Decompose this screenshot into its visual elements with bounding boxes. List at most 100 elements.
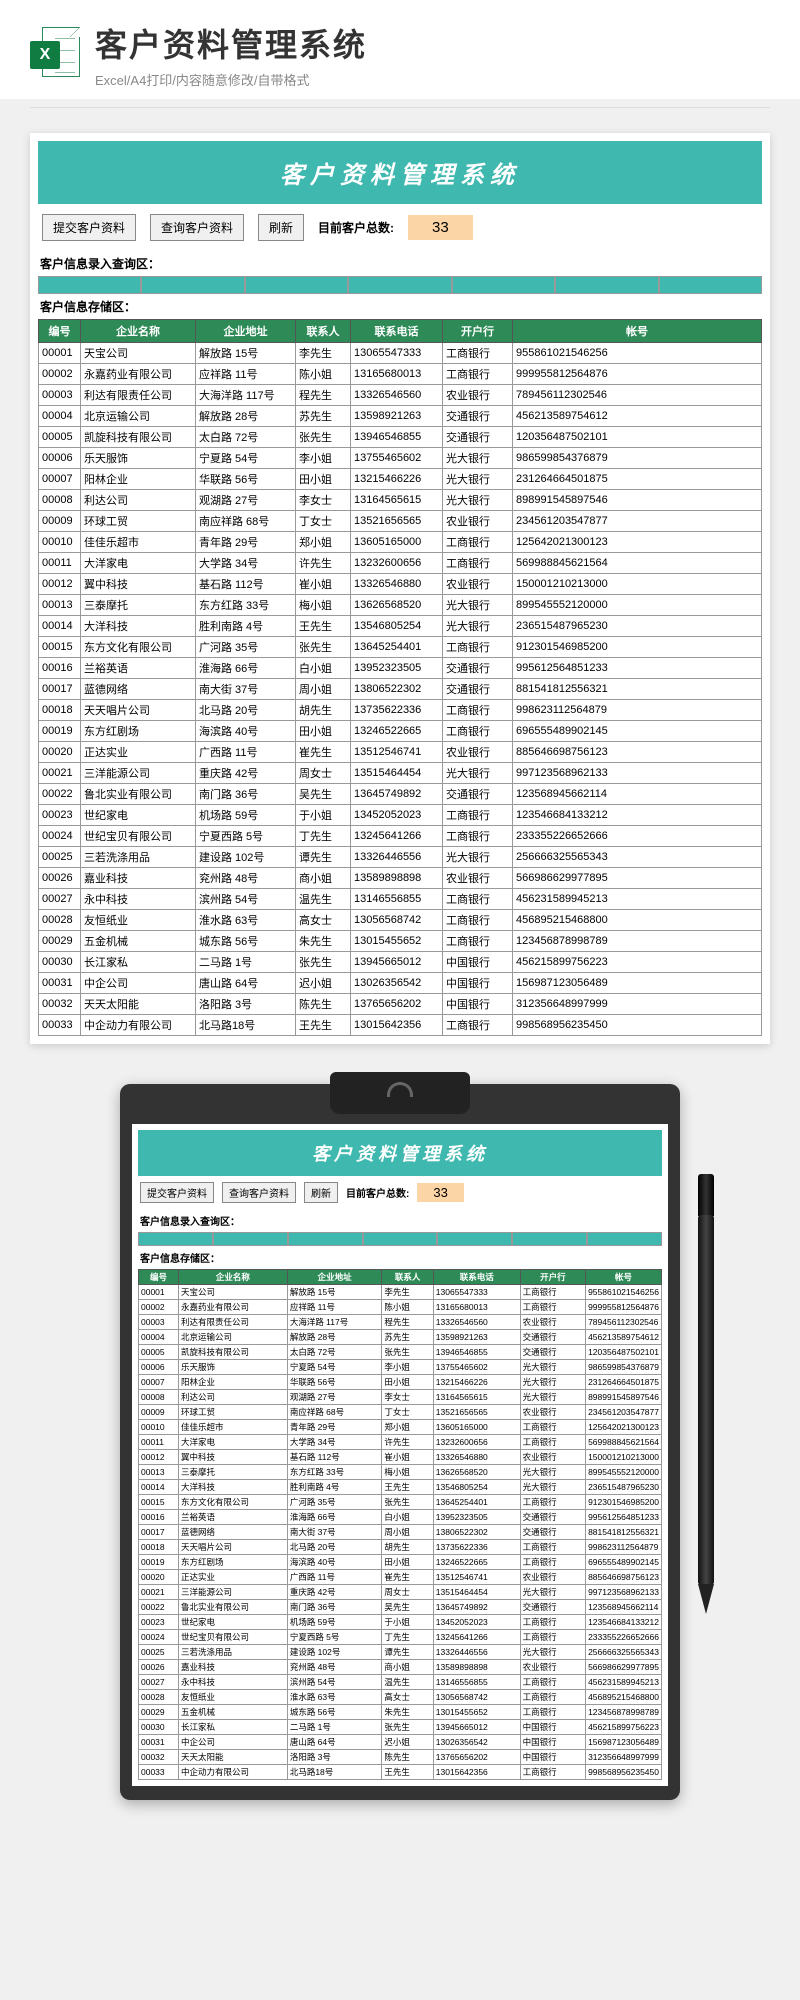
table-cell: 986599854376879: [586, 1360, 662, 1375]
column-header: 开户行: [443, 320, 513, 343]
table-cell: 光大银行: [520, 1465, 585, 1480]
table-cell: 朱先生: [296, 931, 351, 952]
table-cell: 大洋家电: [81, 553, 196, 574]
table-cell: 00023: [139, 1615, 179, 1630]
table-cell: 淮海路 66号: [287, 1510, 382, 1525]
table-cell: 三泰摩托: [81, 595, 196, 616]
table-cell: 00013: [139, 1465, 179, 1480]
table-cell: 广河路 35号: [287, 1495, 382, 1510]
table-cell: 120356487502101: [513, 427, 762, 448]
query-input-row[interactable]: [138, 1232, 662, 1246]
table-cell: 13598921263: [351, 406, 443, 427]
table-cell: 00008: [39, 490, 81, 511]
table-cell: 三洋能源公司: [81, 763, 196, 784]
table-cell: 天宝公司: [81, 343, 196, 364]
table-cell: 大海洋路 117号: [287, 1315, 382, 1330]
table-cell: 华联路 56号: [196, 469, 296, 490]
table-cell: 南大街 37号: [287, 1525, 382, 1540]
table-cell: 工商银行: [520, 1765, 585, 1780]
table-cell: 三泰摩托: [179, 1465, 288, 1480]
table-cell: 大学路 34号: [287, 1435, 382, 1450]
table-cell: 友恒纸业: [81, 910, 196, 931]
table-cell: 中企动力有限公司: [81, 1015, 196, 1036]
table-cell: 阳林企业: [179, 1375, 288, 1390]
table-cell: 鲁北实业有限公司: [179, 1600, 288, 1615]
table-cell: 00003: [139, 1315, 179, 1330]
table-cell: 光大银行: [443, 595, 513, 616]
query-button[interactable]: 查询客户资料: [222, 1182, 296, 1203]
table-cell: 00005: [39, 427, 81, 448]
table-cell: 交通银行: [443, 427, 513, 448]
table-cell: 商小姐: [296, 868, 351, 889]
table-cell: 997123568962133: [586, 1585, 662, 1600]
table-cell: 13246522665: [433, 1555, 520, 1570]
table-cell: 南大街 37号: [196, 679, 296, 700]
table-cell: 崔先生: [296, 742, 351, 763]
table-cell: 北马路18号: [287, 1765, 382, 1780]
table-cell: 13952323505: [351, 658, 443, 679]
table-cell: 13645254401: [433, 1495, 520, 1510]
table-cell: 123568945662114: [586, 1600, 662, 1615]
table-row: 00022鲁北实业有限公司南门路 36号吴先生13645749892交通银行12…: [139, 1600, 662, 1615]
table-row: 00011大洋家电大学路 34号许先生13232600656工商银行569988…: [139, 1435, 662, 1450]
table-cell: 陈小姐: [296, 364, 351, 385]
table-row: 00024世纪宝贝有限公司宁夏西路 5号丁先生13245641266工商银行23…: [139, 1630, 662, 1645]
table-cell: 998623112564879: [586, 1540, 662, 1555]
table-row: 00016兰裕英语淮海路 66号白小姐13952323505交通银行995612…: [139, 1510, 662, 1525]
table-cell: 胡先生: [296, 700, 351, 721]
column-header: 企业名称: [179, 1270, 288, 1285]
table-row: 00014大洋科技胜利南路 4号王先生13546805254光大银行236515…: [39, 616, 762, 637]
table-row: 00017蓝德网络南大街 37号周小姐13806522302交通银行881541…: [39, 679, 762, 700]
table-cell: 翼中科技: [81, 574, 196, 595]
table-cell: 基石路 112号: [287, 1450, 382, 1465]
table-cell: 00020: [139, 1570, 179, 1585]
table-row: 00027永中科技滨州路 54号温先生13146556855工商银行456231…: [39, 889, 762, 910]
query-input-row[interactable]: [38, 276, 762, 294]
table-cell: 东方红剧场: [179, 1555, 288, 1570]
query-button[interactable]: 查询客户资料: [150, 214, 244, 241]
submit-button[interactable]: 提交客户资料: [42, 214, 136, 241]
table-cell: 13326546560: [433, 1315, 520, 1330]
table-cell: 456213589754612: [513, 406, 762, 427]
table-cell: 13056568742: [351, 910, 443, 931]
table-cell: 陈小姐: [382, 1300, 433, 1315]
table-cell: 崔小姐: [296, 574, 351, 595]
table-cell: 宁夏西路 5号: [196, 826, 296, 847]
table-cell: 13232600656: [351, 553, 443, 574]
table-cell: 胜利南路 4号: [287, 1480, 382, 1495]
table-row: 00018天天唱片公司北马路 20号胡先生13735622336工商银行9986…: [39, 700, 762, 721]
table-cell: 00008: [139, 1390, 179, 1405]
table-cell: 李小姐: [296, 448, 351, 469]
table-cell: 123568945662114: [513, 784, 762, 805]
table-cell: 13515464454: [351, 763, 443, 784]
table-cell: 00032: [39, 994, 81, 1015]
refresh-button[interactable]: 刷新: [304, 1182, 338, 1203]
table-cell: 解放路 15号: [287, 1285, 382, 1300]
table-cell: 998568956235450: [513, 1015, 762, 1036]
table-cell: 00021: [139, 1585, 179, 1600]
table-row: 00033中企动力有限公司北马路18号王先生13015642356工商银行998…: [39, 1015, 762, 1036]
table-cell: 王先生: [296, 616, 351, 637]
table-row: 00002永嘉药业有限公司应祥路 11号陈小姐13165680013工商银行99…: [139, 1300, 662, 1315]
table-cell: 世纪家电: [179, 1615, 288, 1630]
table-row: 00031中企公司唐山路 64号迟小姐13026356542中国银行156987…: [139, 1735, 662, 1750]
table-cell: 13246522665: [351, 721, 443, 742]
table-cell: 程先生: [382, 1315, 433, 1330]
table-cell: 丁先生: [382, 1630, 433, 1645]
table-cell: 13806522302: [433, 1525, 520, 1540]
table-row: 00033中企动力有限公司北马路18号王先生13015642356工商银行998…: [139, 1765, 662, 1780]
sheet-preview-main: 客户资料管理系统提交客户资料查询客户资料刷新目前客户总数:33客户信息录入查询区…: [30, 133, 770, 1044]
storage-section-label: 客户信息存储区：: [38, 294, 762, 319]
table-cell: 吴先生: [382, 1600, 433, 1615]
table-row: 00025三若洗涤用品建设路 102号谭先生13326446556光大银行256…: [39, 847, 762, 868]
table-cell: 佳佳乐超市: [179, 1420, 288, 1435]
table-cell: 天天太阳能: [179, 1750, 288, 1765]
submit-button[interactable]: 提交客户资料: [140, 1182, 214, 1203]
page-header: X 客户资料管理系统 Excel/A4打印/内容随意修改/自带格式: [0, 0, 800, 99]
table-cell: 13755465602: [433, 1360, 520, 1375]
refresh-button[interactable]: 刷新: [258, 214, 304, 241]
table-cell: 王先生: [296, 1015, 351, 1036]
table-row: 00031中企公司唐山路 64号迟小姐13026356542中国银行156987…: [39, 973, 762, 994]
table-cell: 交通银行: [520, 1525, 585, 1540]
table-cell: 东方文化有限公司: [179, 1495, 288, 1510]
